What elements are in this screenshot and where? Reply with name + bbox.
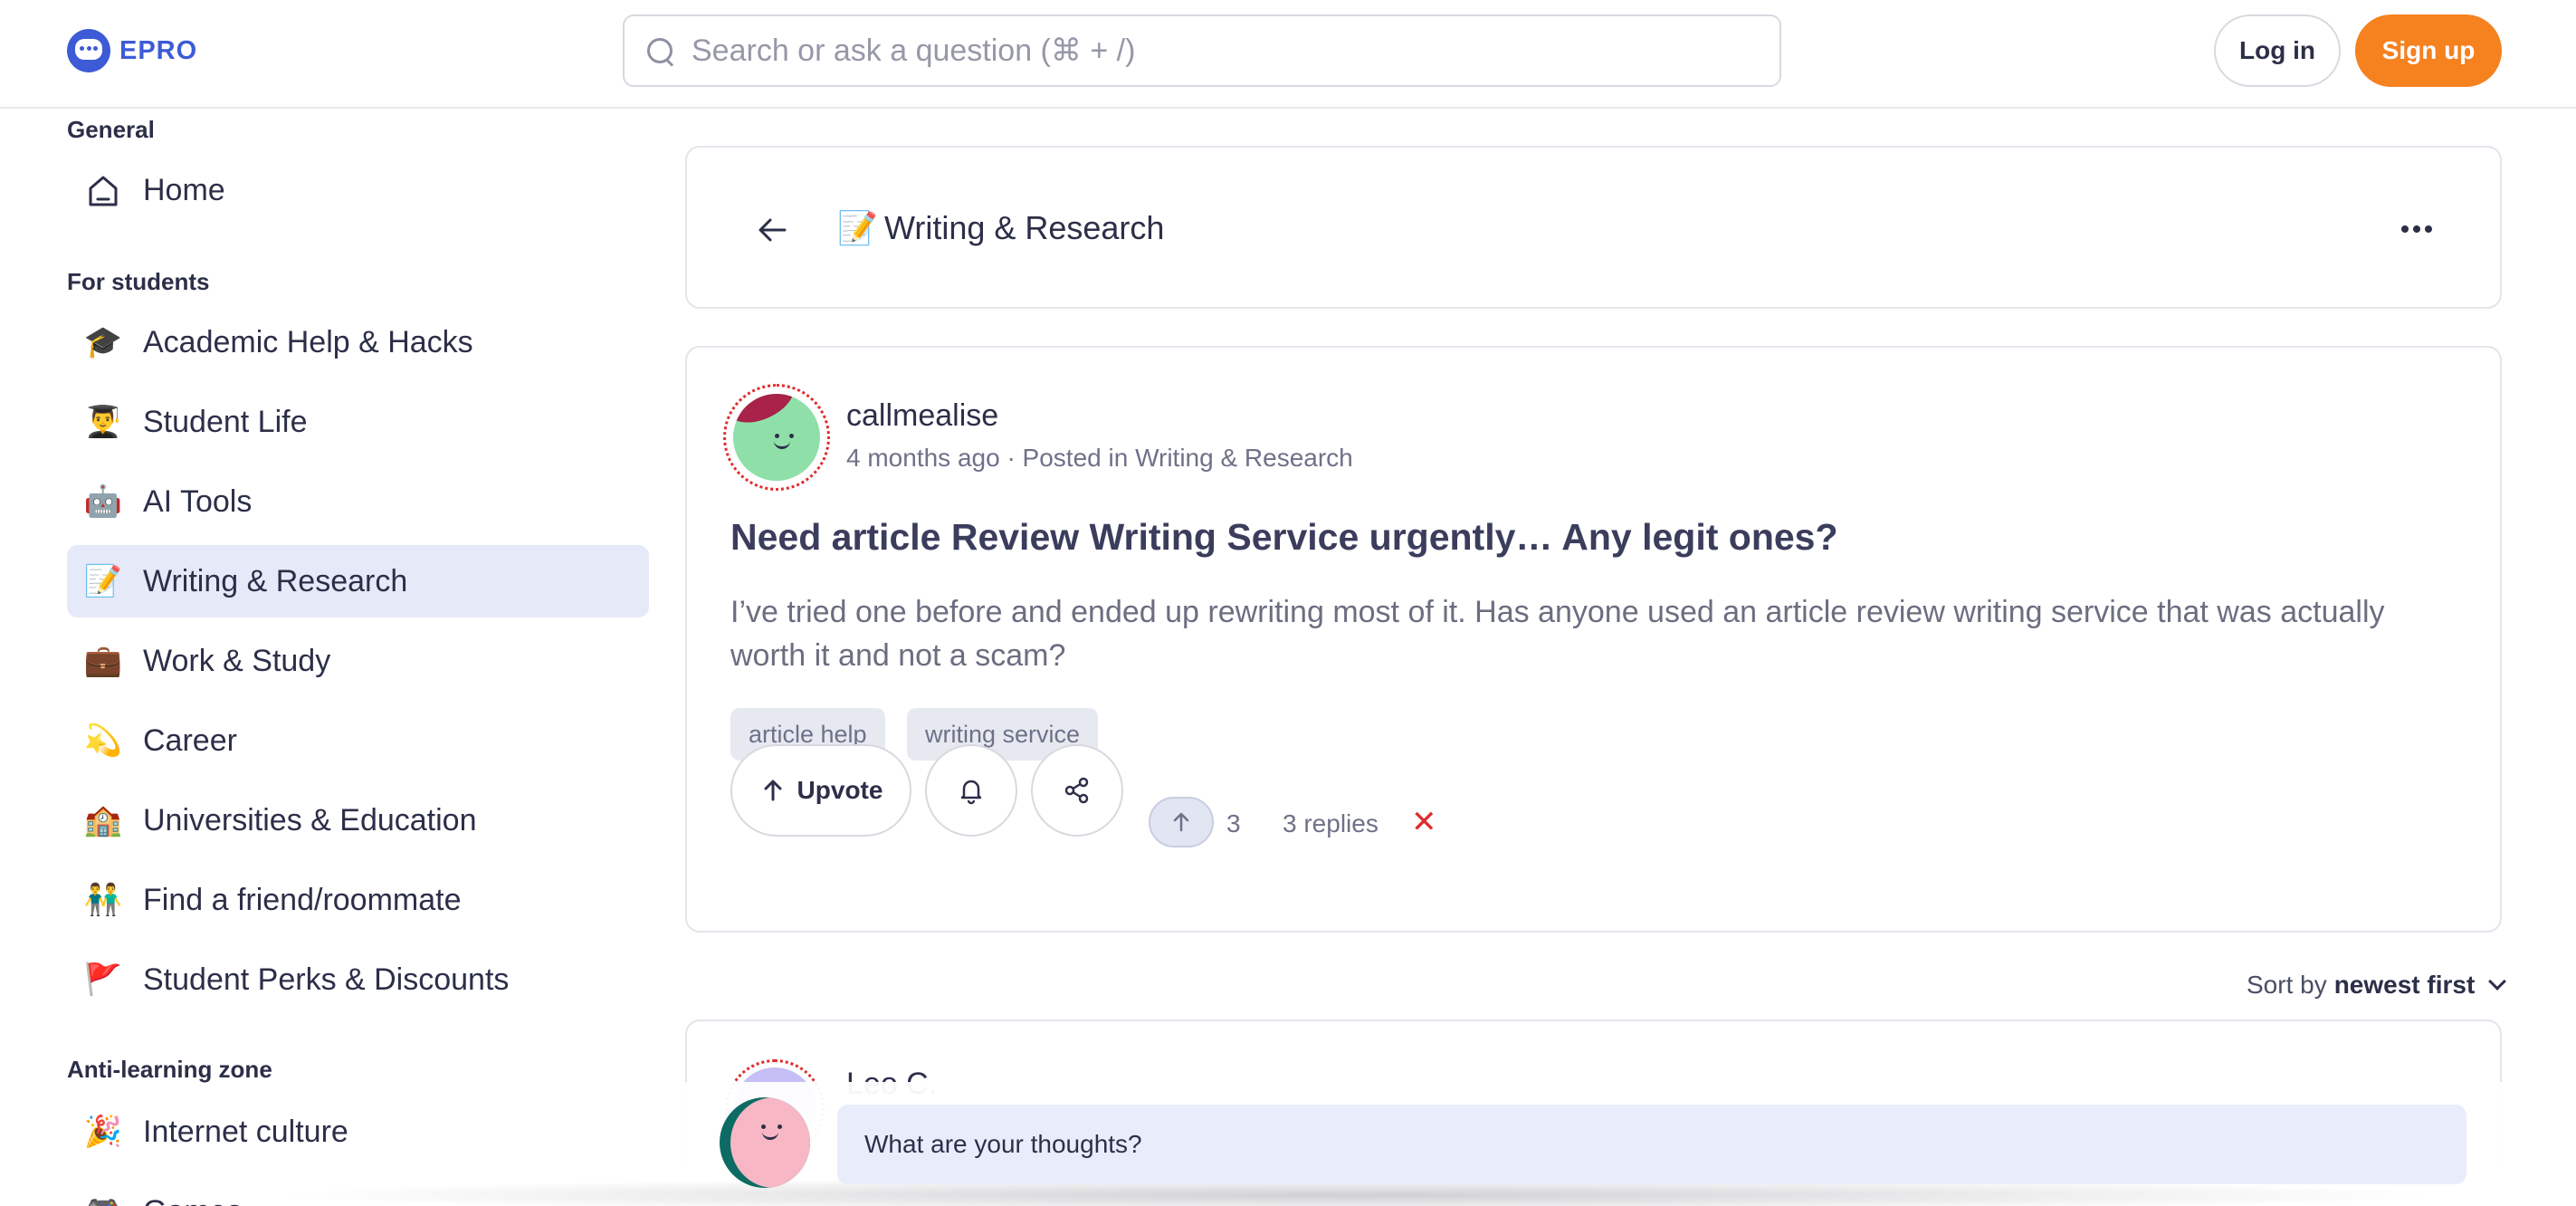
sidebar-item-label: Student Perks & Discounts — [143, 962, 510, 997]
sidebar-item-career[interactable]: 💫 Career — [67, 704, 649, 777]
friends-icon: 👬 — [83, 882, 123, 918]
sidebar-item-academic-help[interactable]: 🎓 Academic Help & Hacks — [67, 306, 649, 378]
party-popper-icon: 🎉 — [83, 1114, 123, 1150]
section-label-anti-learning: Anti-learning zone — [67, 1056, 272, 1083]
upvote-label: Upvote — [797, 776, 883, 804]
briefcase-icon: 💼 — [83, 643, 123, 679]
game-controller-icon: 🎮 — [83, 1192, 123, 1206]
sort-prefix: Sort by — [2247, 971, 2327, 999]
sidebar-item-student-perks[interactable]: 🚩 Student Perks & Discounts — [67, 943, 649, 1016]
topic-title: Writing & Research — [884, 209, 1165, 246]
sidebar-item-internet-culture[interactable]: 🎉 Internet culture — [67, 1096, 649, 1168]
arrow-up-icon — [764, 780, 782, 801]
flag-icon: 🚩 — [83, 962, 123, 998]
bell-icon — [960, 780, 982, 805]
share-button[interactable] — [1031, 744, 1123, 837]
graduation-cap-icon: 🎓 — [83, 324, 123, 360]
arrow-up-icon — [1173, 812, 1189, 832]
student-icon: 👨‍🎓 — [83, 404, 123, 440]
login-button[interactable]: Log in — [2214, 14, 2341, 87]
sidebar-item-work-study[interactable]: 💼 Work & Study — [67, 625, 649, 697]
vote-indicator[interactable] — [1149, 797, 1214, 847]
upvote-button[interactable]: Upvote — [730, 744, 911, 837]
sidebar-item-universities[interactable]: 🏫 Universities & Education — [67, 784, 649, 857]
memo-icon: 📝 — [837, 210, 878, 247]
sort-dropdown[interactable]: Sort by newest first — [2247, 971, 2507, 1000]
topic-header-card: 📝 Writing & Research — [685, 146, 2502, 309]
sidebar-item-find-friend[interactable]: 👬 Find a friend/roommate — [67, 864, 649, 936]
search-icon — [644, 35, 675, 66]
sidebar-item-label: Writing & Research — [143, 563, 408, 598]
sidebar-item-label: Student Life — [143, 404, 308, 439]
sidebar-item-home[interactable]: Home — [67, 154, 649, 226]
search-input[interactable]: Search or ask a question (⌘ + /) — [623, 14, 1781, 87]
dizzy-star-icon: 💫 — [83, 723, 123, 759]
chevron-down-icon — [2488, 972, 2507, 991]
sidebar-item-student-life[interactable]: 👨‍🎓 Student Life — [67, 386, 649, 458]
post-body: I’ve tried one before and ended up rewri… — [730, 595, 2385, 673]
sidebar: General Home For students 🎓 Academic Hel… — [0, 110, 661, 1206]
section-label-for-students: For students — [67, 268, 210, 295]
sidebar-item-writing-research[interactable]: 📝 Writing & Research — [67, 545, 649, 617]
close-icon[interactable]: ✕ — [1411, 804, 1437, 840]
replies-count[interactable]: 3 replies — [1283, 809, 1379, 838]
sidebar-item-label: AI Tools — [143, 483, 253, 519]
post-author[interactable]: callmealise — [846, 398, 998, 434]
sidebar-item-label: Work & Study — [143, 643, 331, 678]
post-card: callmealise 4 months ago · Posted in Wri… — [685, 346, 2502, 933]
post-title: Need article Review Writing Service urge… — [730, 516, 1838, 558]
sidebar-item-label: Universities & Education — [143, 802, 477, 838]
chat-bubble-icon — [67, 29, 110, 72]
avatar[interactable] — [723, 384, 830, 491]
more-options-icon[interactable] — [2401, 225, 2432, 233]
sidebar-item-ai-tools[interactable]: 🤖 AI Tools — [67, 465, 649, 538]
sort-value: newest first — [2333, 971, 2476, 999]
sidebar-item-label: Academic Help & Hacks — [143, 324, 473, 359]
sidebar-item-label: Home — [143, 172, 225, 207]
search-placeholder: Search or ask a question (⌘ + /) — [692, 34, 1136, 68]
post-meta: 4 months ago · Posted in Writing & Resea… — [846, 444, 1353, 472]
notify-button[interactable] — [925, 744, 1017, 837]
avatar — [720, 1097, 810, 1188]
school-icon: 🏫 — [83, 802, 123, 838]
signup-button[interactable]: Sign up — [2355, 14, 2502, 87]
memo-icon: 📝 — [83, 563, 123, 599]
brand-name: EPRO — [119, 35, 198, 65]
sidebar-item-label: Internet culture — [143, 1114, 348, 1149]
sidebar-item-label: Career — [143, 723, 237, 758]
comment-input[interactable]: What are your thoughts? — [837, 1105, 2466, 1184]
sidebar-item-label: Games — [143, 1194, 243, 1206]
vote-count: 3 — [1226, 809, 1241, 838]
top-header: EPRO Search or ask a question (⌘ + /) Lo… — [0, 0, 2576, 109]
sidebar-item-label: Find a friend/roommate — [143, 882, 462, 917]
share-icon — [1064, 777, 1089, 804]
robot-icon: 🤖 — [83, 483, 123, 520]
back-arrow-icon[interactable] — [750, 207, 796, 253]
brand-logo[interactable]: EPRO — [67, 29, 197, 72]
home-icon — [83, 170, 123, 210]
section-label-general: General — [67, 116, 155, 143]
